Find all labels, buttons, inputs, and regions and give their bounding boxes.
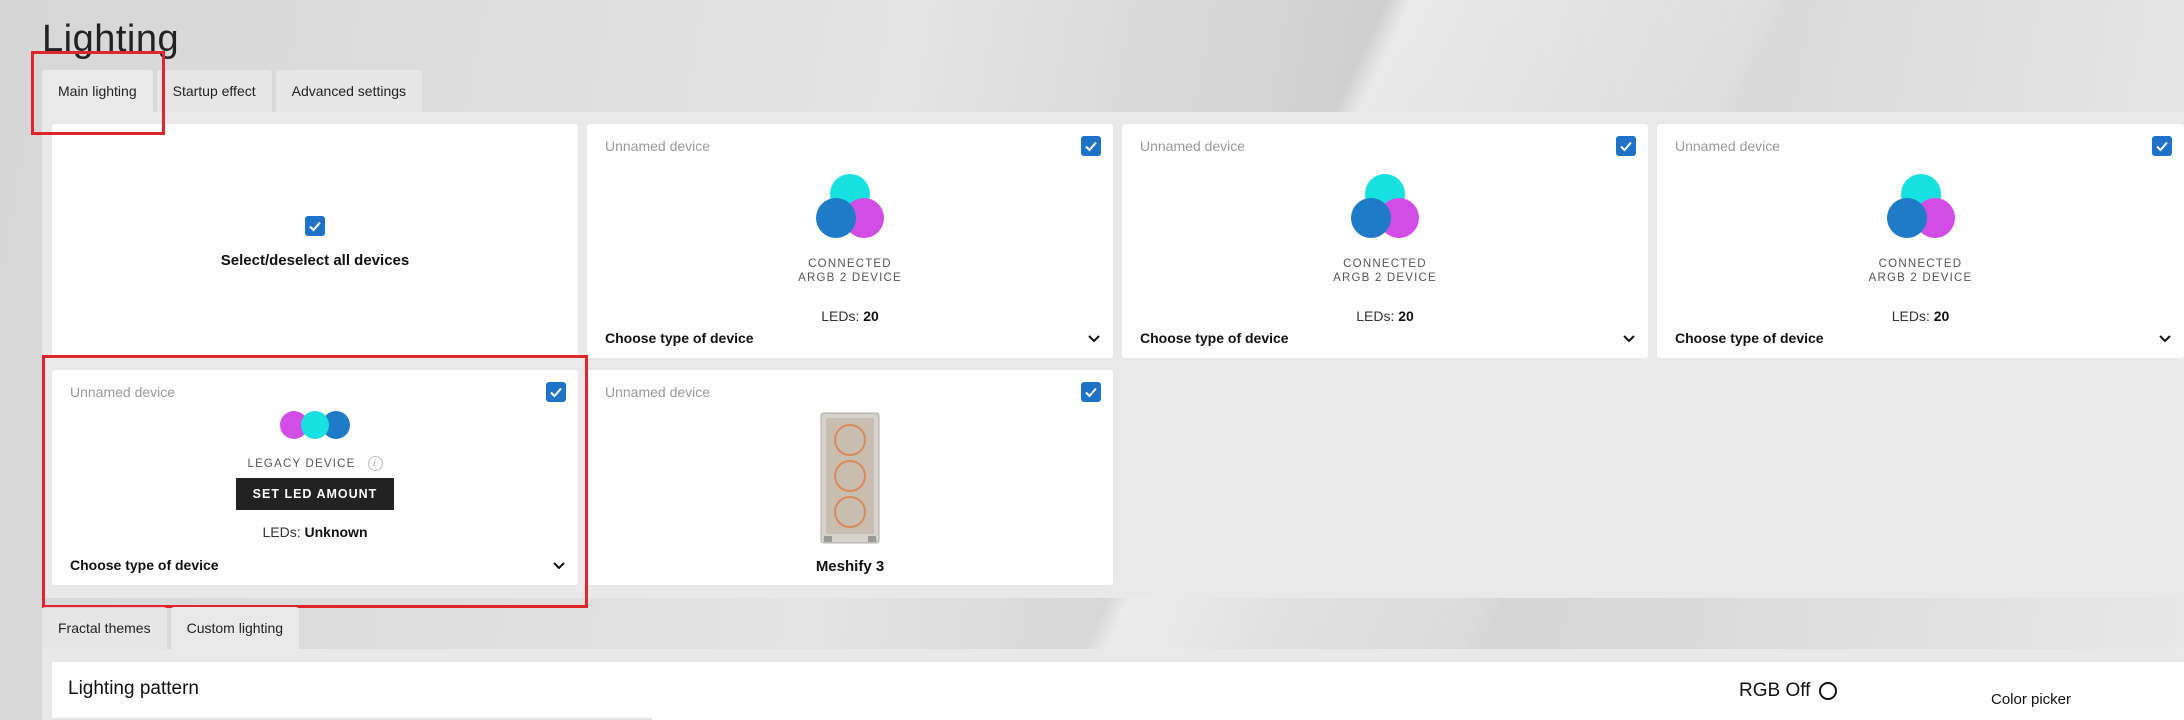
leds-value: 20 <box>1933 308 1950 324</box>
status-line: CONNECTED <box>1343 258 1427 270</box>
status-line: CONNECTED <box>1878 258 1963 270</box>
argb-device-icon <box>1886 174 1955 238</box>
leds-label: LEDs: <box>1891 308 1930 324</box>
argb-device-icon <box>1351 174 1419 238</box>
device-name: Unnamed device <box>1675 138 1781 154</box>
set-led-amount-button[interactable]: SET LED AMOUNT <box>236 478 394 510</box>
leds-value: 20 <box>1398 308 1414 324</box>
device-type-label: Choose type of device <box>1675 330 1824 346</box>
device-type-label: Choose type of device <box>1140 330 1289 346</box>
legacy-device-card: Unnamed device LEGACY DEVICE i SET LED A… <box>52 370 578 585</box>
device-checkbox[interactable] <box>1616 136 1636 156</box>
status-line: CONNECTED <box>808 258 892 270</box>
checkmark-icon <box>1085 387 1097 398</box>
device-checkbox[interactable] <box>1081 382 1101 402</box>
lighting-pattern-card <box>52 662 2184 720</box>
device-checkbox[interactable] <box>2152 136 2172 156</box>
checkmark-icon <box>2156 141 2168 152</box>
tab-startup-effect[interactable]: Startup effect <box>156 70 272 112</box>
chevron-down-icon <box>1623 335 1635 343</box>
lighting-mode-tabs: Fractal themes Custom lighting <box>42 607 300 649</box>
info-icon[interactable]: i <box>367 456 383 471</box>
lighting-tabs: Main lighting Startup effect Advanced se… <box>42 70 423 112</box>
case-model-label: Meshify 3 <box>815 558 885 575</box>
device-type-dropdown[interactable]: Choose type of device <box>70 557 566 573</box>
select-all-label: Select/deselect all devices <box>220 252 410 269</box>
tab-advanced-settings[interactable]: Advanced settings <box>275 70 423 112</box>
rgb-off-label: RGB Off <box>1739 680 1811 701</box>
leds-label: LEDs: <box>262 524 301 540</box>
leds-value: 20 <box>863 308 879 324</box>
tab-custom-lighting[interactable]: Custom lighting <box>170 607 300 649</box>
leds-value: Unknown <box>304 524 368 540</box>
device-type-label: Choose type of device <box>70 557 219 573</box>
color-picker-label: Color picker <box>1991 691 2072 708</box>
device-name: Unnamed device <box>605 138 711 154</box>
select-all-checkbox[interactable] <box>305 216 325 236</box>
case-device-card: Unnamed device Meshify 3 <box>587 370 1113 585</box>
status-line: ARGB 2 DEVICE <box>1868 272 1973 284</box>
led-count: LEDs: 20 <box>587 308 1113 324</box>
status-line: LEGACY DEVICE <box>247 457 356 470</box>
checkmark-icon <box>550 387 562 398</box>
tab-main-lighting[interactable]: Main lighting <box>42 70 153 112</box>
device-name: Unnamed device <box>1140 138 1246 154</box>
rgb-off-radio[interactable] <box>1819 682 1838 700</box>
page-title: Lighting <box>42 18 180 60</box>
argb-device-icon <box>816 174 884 238</box>
chevron-down-icon <box>553 562 565 570</box>
legacy-device-icon <box>280 411 350 439</box>
leds-label: LEDs: <box>821 308 860 324</box>
device-name: Unnamed device <box>605 384 711 400</box>
checkmark-icon <box>1620 141 1632 152</box>
device-card: Unnamed device CONNECTED ARGB 2 DEVICE L… <box>1657 124 2184 358</box>
tab-fractal-themes[interactable]: Fractal themes <box>42 607 167 649</box>
select-all-card: Select/deselect all devices <box>52 124 578 358</box>
checkmark-icon <box>1085 141 1097 152</box>
led-count: LEDs: Unknown <box>52 524 578 540</box>
device-type-dropdown[interactable]: Choose type of device <box>1140 330 1636 346</box>
device-type-dropdown[interactable]: Choose type of device <box>1675 330 2172 346</box>
device-type-label: Choose type of device <box>605 330 754 346</box>
device-checkbox[interactable] <box>1081 136 1101 156</box>
led-count: LEDs: 20 <box>1657 308 2184 324</box>
device-type-dropdown[interactable]: Choose type of device <box>605 330 1101 346</box>
lighting-page: Lighting Main lighting Startup effect Ad… <box>0 0 2184 720</box>
lighting-pattern-title: Lighting pattern <box>68 678 199 699</box>
chevron-down-icon <box>2159 335 2171 343</box>
device-status: CONNECTED ARGB 2 DEVICE <box>1122 257 1648 285</box>
device-status: CONNECTED ARGB 2 DEVICE <box>587 257 1113 285</box>
device-card: Unnamed device CONNECTED ARGB 2 DEVICE L… <box>1122 124 1648 358</box>
device-status: LEGACY DEVICE i <box>52 456 578 471</box>
led-count: LEDs: 20 <box>1122 308 1648 324</box>
status-line: ARGB 2 DEVICE <box>798 272 902 284</box>
device-name: Unnamed device <box>70 384 176 400</box>
pc-case-image <box>820 412 880 544</box>
status-line: ARGB 2 DEVICE <box>1333 272 1437 284</box>
device-checkbox[interactable] <box>546 382 566 402</box>
device-card: Unnamed device CONNECTED ARGB 2 DEVICE L… <box>587 124 1113 358</box>
chevron-down-icon <box>1088 335 1100 343</box>
device-status: CONNECTED ARGB 2 DEVICE <box>1657 257 2184 285</box>
rgb-off-toggle[interactable]: RGB Off <box>1739 680 1838 702</box>
checkmark-icon <box>309 221 321 232</box>
leds-label: LEDs: <box>1356 308 1395 324</box>
